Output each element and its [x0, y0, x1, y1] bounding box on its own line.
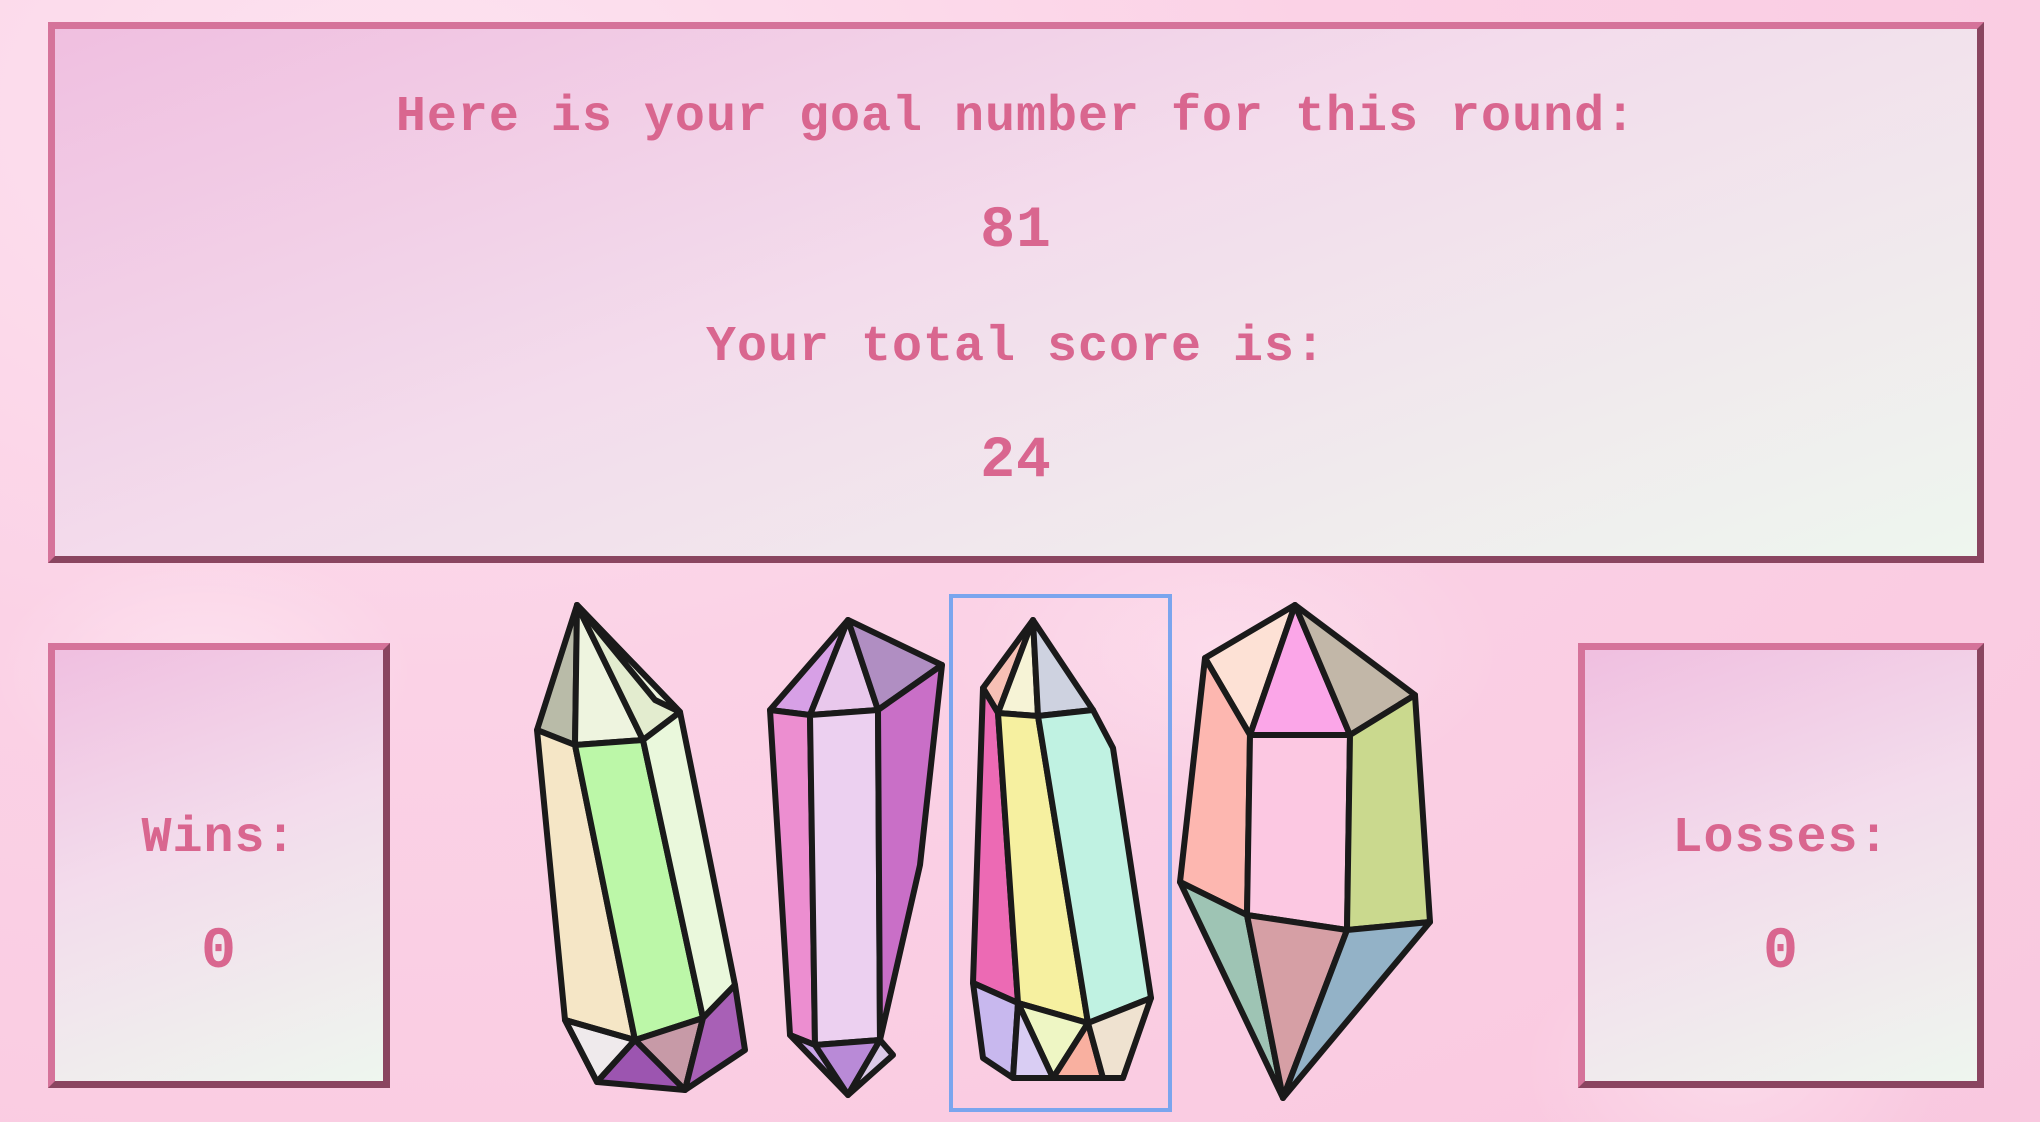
goal-number: 81 — [980, 199, 1052, 264]
yellow-crystal-icon — [970, 617, 1154, 1081]
purple-crystal-button[interactable] — [760, 615, 950, 1105]
pastel-crystal-icon — [1177, 602, 1433, 1101]
wins-label: Wins: — [141, 810, 297, 867]
green-crystal-icon — [534, 602, 748, 1093]
losses-panel: Losses: 0 — [1578, 643, 1984, 1088]
losses-label: Losses: — [1672, 810, 1890, 867]
wins-panel: Wins: 0 — [48, 643, 390, 1088]
score-number: 24 — [980, 429, 1052, 494]
goal-label: Here is your goal number for this round: — [395, 89, 1637, 146]
goal-score-panel: Here is your goal number for this round:… — [48, 22, 1984, 563]
score-label: Your total score is: — [705, 319, 1327, 376]
yellow-crystal-button[interactable] — [949, 594, 1172, 1112]
green-crystal-button[interactable] — [525, 600, 750, 1105]
purple-crystal-icon — [767, 617, 945, 1098]
losses-count: 0 — [1763, 920, 1799, 985]
wins-count: 0 — [201, 920, 237, 985]
pastel-crystal-button[interactable] — [1175, 600, 1440, 1105]
